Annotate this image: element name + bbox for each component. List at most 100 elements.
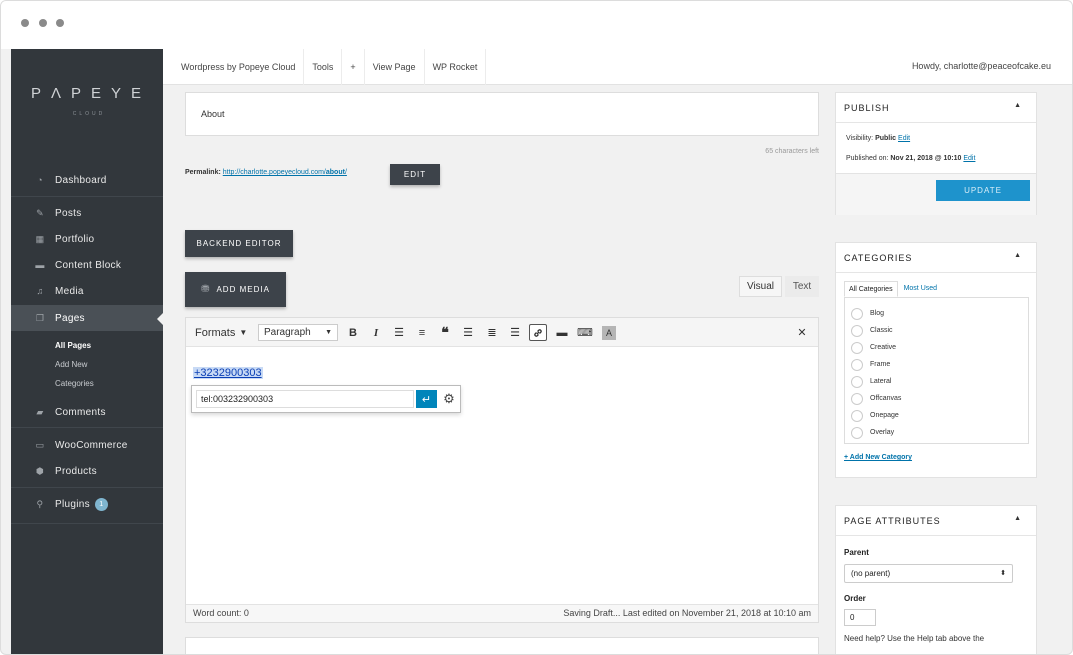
inline-link-popup: ↵ ⚙ [191,385,461,413]
category-radio[interactable] [851,426,863,439]
gear-icon[interactable]: ⚙ [441,390,457,408]
topbar-wp-rocket[interactable]: WP Rocket [425,48,487,85]
sidebar-item-dashboard[interactable]: ◔ Dashboard [11,167,163,193]
category-radio[interactable] [851,375,863,388]
category-radio[interactable] [851,307,863,320]
parent-select[interactable]: (no parent) ⬍ [844,564,1013,583]
category-radio[interactable] [851,409,863,422]
visibility-row: Visibility: Public Edit [846,135,910,142]
align-center-icon[interactable]: ≣ [483,324,501,341]
caret-up-icon[interactable]: ▲ [1014,102,1022,109]
topbar-account[interactable]: Howdy, charlotte@peaceofcake.eu [912,61,1051,71]
align-left-icon[interactable]: ☰ [459,324,477,341]
category-item[interactable]: Frame [851,358,890,371]
tab-visual[interactable]: Visual [739,276,782,297]
sidebar-item-comments[interactable]: ▰ Comments [11,399,163,425]
sidebar-item-label: WooCommerce [55,439,128,451]
sidebar-item-media[interactable]: ♫ Media [11,278,163,304]
italic-icon[interactable]: I [367,324,385,341]
submenu-all-pages[interactable]: All Pages [55,341,91,350]
tab-all-categories[interactable]: All Categories [844,281,898,297]
window-dot-zoom[interactable] [56,19,64,27]
categories-tabs: All Categories Most Used [844,281,941,297]
submenu-categories[interactable]: Categories [55,379,94,388]
window-dot-minimize[interactable] [39,19,47,27]
published-value: Nov 21, 2018 @ 10:10 [890,155,962,162]
link-url-input[interactable] [196,390,414,408]
tab-most-used[interactable]: Most Used [898,281,941,297]
fullscreen-icon[interactable]: ✕ [793,324,811,341]
box-icon: ⬢ [35,465,45,476]
update-button[interactable]: UPDATE [936,180,1030,201]
parent-label: Parent [844,548,869,557]
topbar-site-name[interactable]: Wordpress by Popeye Cloud [163,48,305,85]
categories-panel: CATEGORIES ▲ All Categories Most Used Bl… [835,242,1037,478]
sidebar-divider [11,196,163,197]
bold-icon[interactable]: B [344,324,362,341]
link-icon[interactable] [529,324,547,341]
visibility-edit-link[interactable]: Edit [898,135,910,142]
topbar-tools[interactable]: Tools [304,48,343,85]
sidebar-item-portfolio[interactable]: ▦ Portfolio [11,226,163,252]
category-item[interactable]: Onepage [851,409,899,422]
text-color-icon[interactable]: A [602,326,616,340]
caret-up-icon[interactable]: ▲ [1014,252,1022,259]
category-item[interactable]: Overlay [851,426,894,439]
pin-icon: ✎ [36,207,44,218]
category-radio[interactable] [851,392,863,405]
sidebar-divider [11,427,163,428]
category-label: Offcanvas [870,395,902,402]
category-item[interactable]: Classic [851,324,893,337]
paragraph-select[interactable]: Paragraph ▼ [258,324,338,341]
backend-editor-button[interactable]: BACKEND EDITOR [185,230,293,257]
sidebar-item-posts[interactable]: ✎ Posts [11,200,163,226]
editor-statusbar: Word count: 0 Saving Draft... Last edite… [186,604,818,622]
formats-label: Formats [195,326,236,339]
select-arrows-icon: ⬍ [1000,570,1006,577]
publish-panel: PUBLISH ▲ Visibility: Public Edit Publis… [835,92,1037,215]
category-radio[interactable] [851,341,863,354]
category-radio[interactable] [851,358,863,371]
align-right-icon[interactable]: ☰ [506,324,524,341]
submenu-add-new[interactable]: Add New [55,360,87,369]
sidebar-item-products[interactable]: ⬢ Products [11,458,163,484]
category-item[interactable]: Blog [851,307,884,320]
add-media-label: ADD MEDIA [216,285,270,294]
page-title-input[interactable]: About [185,92,819,136]
content-link[interactable]: +3232900303 [193,367,263,379]
sidebar-item-content-block[interactable]: ▬ Content Block [11,252,163,278]
category-item[interactable]: Lateral [851,375,891,388]
editor-content[interactable]: +3232900303 [193,367,263,379]
order-input[interactable]: 0 [844,609,876,626]
tab-text[interactable]: Text [785,276,819,297]
topbar-view-page[interactable]: View Page [365,48,425,85]
blockquote-icon[interactable]: ❝ [436,324,454,341]
read-more-icon[interactable]: ▬ [553,324,571,341]
category-radio[interactable] [851,324,863,337]
category-item[interactable]: Creative [851,341,896,354]
sidebar-item-woocommerce[interactable]: ▭ WooCommerce [11,432,163,458]
numbered-list-icon[interactable]: ≡ [413,324,431,341]
bullet-list-icon[interactable]: ☰ [390,324,408,341]
add-new-category-link[interactable]: + Add New Category [844,454,912,461]
topbar-new[interactable]: + [342,48,365,85]
permalink-edit-button[interactable]: EDIT [390,164,440,185]
formats-dropdown[interactable]: Formats ▼ [195,324,247,341]
apply-link-button[interactable]: ↵ [416,390,437,408]
visibility-label: Visibility: [846,135,874,142]
permalink-end: / [344,169,347,176]
publish-panel-header[interactable]: PUBLISH ▲ [836,93,1036,123]
categories-panel-header[interactable]: CATEGORIES ▲ [836,243,1036,273]
title-char-count: 65 characters left [765,148,819,155]
sidebar-item-plugins[interactable]: ⚲ Plugins 1 [11,491,163,517]
keyboard-icon[interactable]: ⌨ [576,324,594,341]
category-item[interactable]: Offcanvas [851,392,901,405]
published-edit-link[interactable]: Edit [963,155,975,162]
page-attributes-header[interactable]: PAGE ATTRIBUTES ▲ [836,506,1036,536]
window-dot-close[interactable] [21,19,29,27]
add-media-button[interactable]: ⛃ ADD MEDIA [185,272,286,307]
help-text: Need help? Use the Help tab above the [844,634,985,643]
sidebar-item-pages[interactable]: ❐ Pages [11,305,163,331]
permalink-link[interactable]: http://charlotte.popeyecloud.com/about/ [223,169,347,176]
caret-up-icon[interactable]: ▲ [1014,515,1022,522]
